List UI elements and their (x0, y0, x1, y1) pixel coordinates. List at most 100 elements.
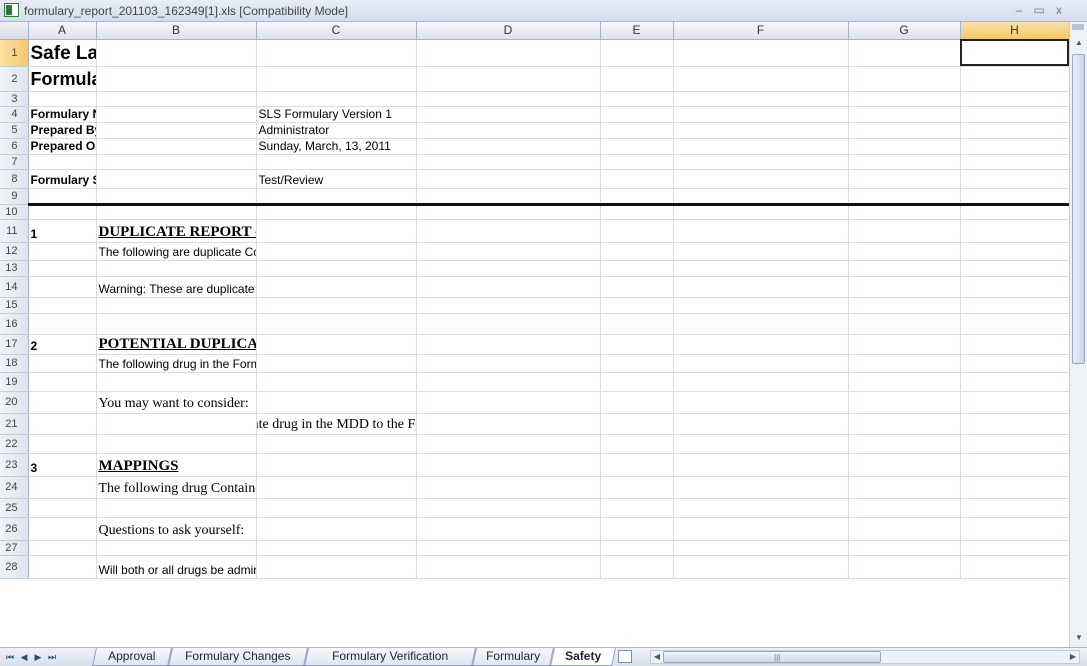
cell[interactable] (848, 219, 961, 243)
cell[interactable] (416, 297, 601, 314)
cell[interactable] (848, 154, 961, 170)
column-header-g[interactable]: G (848, 22, 961, 40)
row-header[interactable]: 12 (0, 242, 29, 261)
cell-a11[interactable]: 1 (28, 219, 97, 243)
cell[interactable] (96, 260, 257, 277)
cell[interactable] (673, 453, 849, 477)
cell[interactable] (848, 313, 961, 335)
cell[interactable] (600, 372, 674, 392)
cell[interactable] (416, 517, 601, 541)
cell[interactable] (673, 66, 849, 92)
cell-b20[interactable]: You may want to consider: (96, 391, 257, 414)
cell[interactable] (256, 453, 417, 477)
cell[interactable] (416, 540, 601, 556)
sheet-tab-approval[interactable]: Approval (92, 648, 172, 666)
cell[interactable] (600, 66, 674, 92)
cell[interactable] (416, 154, 601, 170)
cell[interactable] (600, 391, 674, 414)
cell[interactable] (256, 297, 417, 314)
scroll-left-arrow-icon[interactable]: ◀ (651, 651, 663, 663)
row-header[interactable]: 18 (0, 354, 29, 373)
cell[interactable] (416, 91, 601, 107)
cell[interactable] (416, 413, 601, 435)
cell[interactable] (600, 555, 674, 579)
cell[interactable] (960, 434, 1070, 454)
cell[interactable] (416, 372, 601, 392)
cell[interactable] (960, 334, 1070, 355)
cell[interactable] (673, 498, 849, 518)
cell[interactable] (960, 154, 1070, 170)
cell[interactable] (848, 391, 961, 414)
row-header[interactable]: 27 (0, 540, 29, 556)
row-header[interactable]: 5 (0, 122, 29, 139)
cell[interactable] (28, 313, 97, 335)
cell[interactable] (960, 540, 1070, 556)
row-header[interactable]: 13 (0, 260, 29, 277)
cell[interactable] (848, 106, 961, 123)
row-header[interactable]: 6 (0, 138, 29, 155)
cell-c5[interactable]: Administrator (256, 122, 417, 139)
cell[interactable] (600, 154, 674, 170)
cell[interactable] (416, 334, 601, 355)
cell[interactable] (416, 276, 601, 298)
cell[interactable] (673, 138, 849, 155)
cell-c6[interactable]: Sunday, March, 13, 2011 (256, 138, 417, 155)
cell[interactable] (600, 169, 674, 189)
cell[interactable] (416, 66, 601, 92)
cell[interactable] (416, 498, 601, 518)
cell[interactable] (256, 476, 417, 499)
cell-a5[interactable]: Prepared By: (28, 122, 97, 139)
active-cell-h1[interactable] (960, 39, 1070, 67)
row-header[interactable]: 14 (0, 276, 29, 298)
cell[interactable] (28, 517, 97, 541)
cell-b12[interactable]: The following are duplicate Container ID… (96, 242, 257, 261)
row-header[interactable]: 15 (0, 297, 29, 314)
cell[interactable] (848, 204, 961, 220)
cell[interactable] (673, 106, 849, 123)
cell[interactable] (256, 555, 417, 579)
cell[interactable] (28, 204, 97, 220)
column-header-e[interactable]: E (600, 22, 674, 40)
cell[interactable] (848, 39, 961, 67)
cell[interactable] (28, 297, 97, 314)
cell[interactable] (96, 138, 257, 155)
cell[interactable] (416, 122, 601, 139)
close-button[interactable]: x (1050, 2, 1068, 18)
cell[interactable] (960, 391, 1070, 414)
cell[interactable] (848, 122, 961, 139)
cell[interactable] (960, 313, 1070, 335)
cell-c8[interactable]: Test/Review (256, 169, 417, 189)
select-all-corner[interactable] (0, 22, 29, 40)
cell[interactable] (848, 540, 961, 556)
cell[interactable] (600, 413, 674, 435)
cell[interactable] (416, 242, 601, 261)
cell[interactable] (28, 498, 97, 518)
cell[interactable] (256, 242, 417, 261)
cell[interactable] (673, 540, 849, 556)
cell[interactable] (256, 219, 417, 243)
cell[interactable] (848, 498, 961, 518)
column-header-b[interactable]: B (96, 22, 257, 40)
cell[interactable] (673, 354, 849, 373)
cell-b14[interactable]: Warning: These are duplicate Container I… (96, 276, 257, 298)
cell[interactable] (673, 154, 849, 170)
cell[interactable] (673, 297, 849, 314)
row-header[interactable]: 25 (0, 498, 29, 518)
cell[interactable] (848, 260, 961, 277)
cell[interactable] (256, 434, 417, 454)
cell[interactable] (96, 297, 257, 314)
cell[interactable] (600, 138, 674, 155)
row-header[interactable]: 23 (0, 453, 29, 477)
cell[interactable] (416, 169, 601, 189)
cell-a2[interactable]: Formulary Report (28, 66, 97, 92)
cell[interactable] (960, 354, 1070, 373)
cell[interactable] (416, 219, 601, 243)
cell[interactable] (960, 242, 1070, 261)
cell[interactable] (848, 138, 961, 155)
cell[interactable] (673, 372, 849, 392)
cell[interactable] (256, 372, 417, 392)
cell[interactable] (600, 434, 674, 454)
cell[interactable] (600, 476, 674, 499)
scroll-up-arrow-icon[interactable]: ▲ (1072, 36, 1086, 50)
cell[interactable] (256, 154, 417, 170)
